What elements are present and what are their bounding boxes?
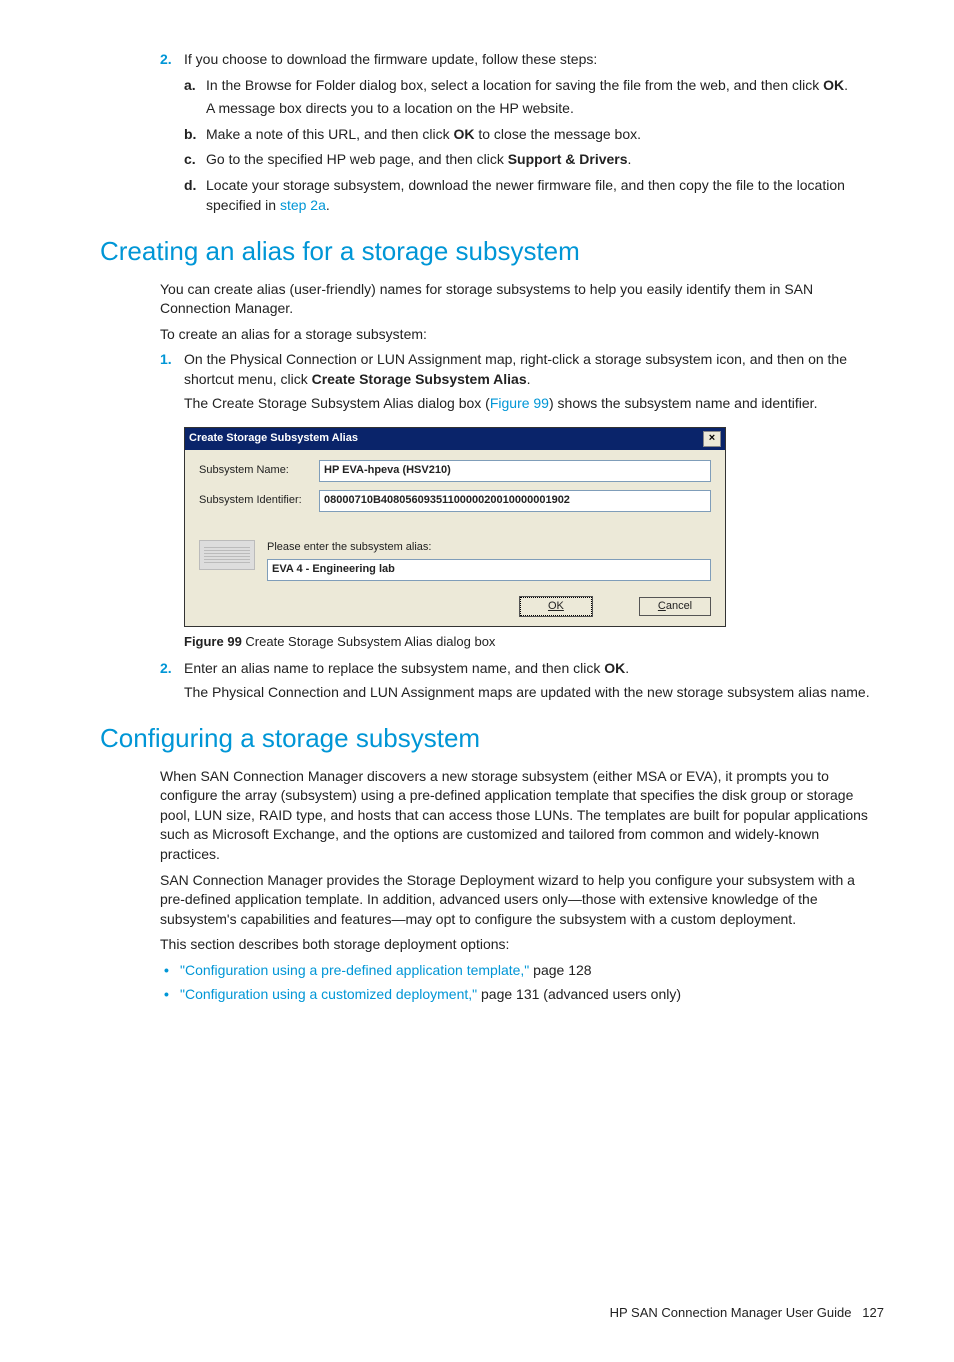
alias-step-2: 2. Enter an alias name to replace the su… <box>160 659 879 702</box>
input-subsystem-id[interactable]: 08000710B4080560935110000020010000001902 <box>319 490 711 512</box>
heading-creating-alias: Creating an alias for a storage subsyste… <box>100 233 894 269</box>
section-configuring: When SAN Connection Manager discovers a … <box>160 767 879 1005</box>
input-subsystem-name[interactable]: HP EVA-hpeva (HSV210) <box>319 460 711 482</box>
ok-button[interactable]: OK <box>520 597 592 616</box>
section-creating-alias: You can create alias (user-friendly) nam… <box>160 280 879 703</box>
step-link[interactable]: step 2a <box>280 197 326 213</box>
cancel-button[interactable]: Cancel <box>639 597 711 616</box>
label-subsystem-id: Subsystem Identifier: <box>199 493 319 508</box>
label-alias: Please enter the subsystem alias: <box>267 540 711 555</box>
substep-marker: d. <box>184 176 196 196</box>
bullet-template: "Configuration using a pre-defined appli… <box>160 961 879 981</box>
para: You can create alias (user-friendly) nam… <box>160 280 879 319</box>
alias-step-1: 1. On the Physical Connection or LUN Ass… <box>160 350 879 651</box>
substep-marker: c. <box>184 150 196 170</box>
substep-text: In the Browse for Folder dialog box, sel… <box>206 77 848 93</box>
step-note: The Physical Connection and LUN Assignme… <box>184 683 879 703</box>
substep-text: Go to the specified HP web page, and the… <box>206 151 631 167</box>
input-alias[interactable]: EVA 4 - Engineering lab <box>267 559 711 581</box>
dialog-title-text: Create Storage Subsystem Alias <box>189 431 358 446</box>
step-marker: 2. <box>160 50 172 70</box>
dialog-titlebar: Create Storage Subsystem Alias × <box>185 428 725 450</box>
footer-title: HP SAN Connection Manager User Guide <box>610 1305 852 1320</box>
para: When SAN Connection Manager discovers a … <box>160 767 879 865</box>
step-text: Enter an alias name to replace the subsy… <box>184 660 629 676</box>
substep-d: d. Locate your storage subsystem, downlo… <box>184 176 879 215</box>
substep-c: c. Go to the specified HP web page, and … <box>184 150 879 170</box>
para: To create an alias for a storage subsyst… <box>160 325 879 345</box>
dialog-create-alias: Create Storage Subsystem Alias × Subsyst… <box>184 427 726 627</box>
para: SAN Connection Manager provides the Stor… <box>160 871 879 930</box>
substep-marker: a. <box>184 76 196 96</box>
figure-link[interactable]: Figure 99 <box>490 395 549 411</box>
figure-99: Create Storage Subsystem Alias × Subsyst… <box>184 427 879 651</box>
top-steps-block: 2. If you choose to download the firmwar… <box>160 50 879 215</box>
xref-link[interactable]: "Configuration using a pre-defined appli… <box>180 962 529 978</box>
bullet-custom: "Configuration using a customized deploy… <box>160 985 879 1005</box>
close-icon[interactable]: × <box>703 431 721 447</box>
step-2: 2. If you choose to download the firmwar… <box>160 50 879 215</box>
label-subsystem-name: Subsystem Name: <box>199 463 319 478</box>
para: This section describes both storage depl… <box>160 935 879 955</box>
substep-marker: b. <box>184 125 196 145</box>
substep-text: Make a note of this URL, and then click … <box>206 126 641 142</box>
substep-b: b. Make a note of this URL, and then cli… <box>184 125 879 145</box>
step-marker: 1. <box>160 350 172 370</box>
figure-caption: Figure 99 Create Storage Subsystem Alias… <box>184 633 879 651</box>
xref-link[interactable]: "Configuration using a customized deploy… <box>180 986 477 1002</box>
heading-configuring: Configuring a storage subsystem <box>100 720 894 756</box>
step-text: If you choose to download the firmware u… <box>184 51 597 67</box>
keyboard-icon <box>199 540 255 570</box>
page-footer: HP SAN Connection Manager User Guide 127 <box>60 1304 894 1322</box>
substep-note: A message box directs you to a location … <box>206 99 879 119</box>
step-marker: 2. <box>160 659 172 679</box>
substep-text: Locate your storage subsystem, download … <box>206 177 845 213</box>
page-number: 127 <box>862 1305 884 1320</box>
step-note: The Create Storage Subsystem Alias dialo… <box>184 394 879 414</box>
step-text: On the Physical Connection or LUN Assign… <box>184 351 847 387</box>
substep-a: a. In the Browse for Folder dialog box, … <box>184 76 879 119</box>
